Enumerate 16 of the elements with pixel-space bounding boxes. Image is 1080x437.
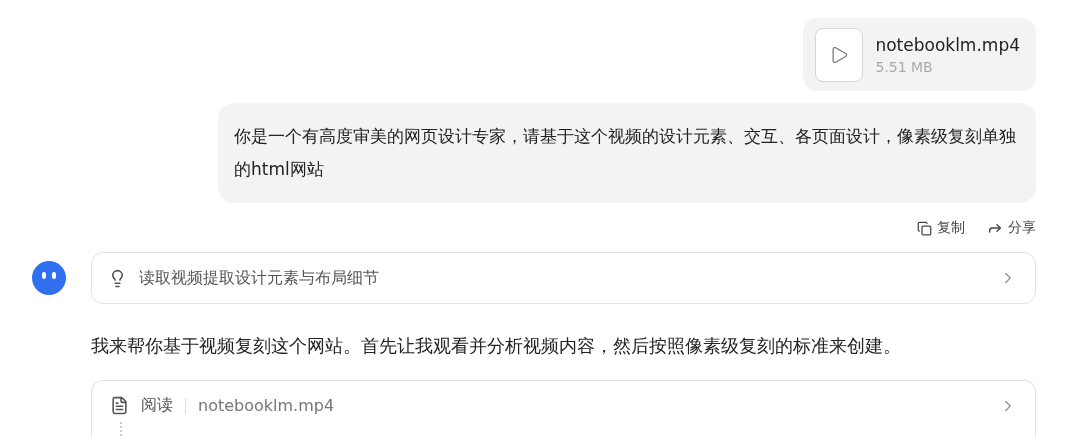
- file-size: 5.51 MB: [875, 58, 934, 75]
- assistant-avatar: [32, 261, 66, 295]
- tool-call-card[interactable]: 阅读 notebooklm.mp4: [91, 380, 1036, 437]
- thinking-step[interactable]: 读取视频提取设计元素与布局细节: [91, 252, 1036, 304]
- thinking-label: 读取视频提取设计元素与布局细节: [139, 267, 380, 289]
- assistant-reply: 我来帮你基于视频复刻这个网站。首先让我观看并分析视频内容，然后按照像素级复刻的标准来创建。: [91, 334, 902, 358]
- document-icon: [110, 396, 129, 415]
- copy-button[interactable]: 复制: [917, 219, 965, 237]
- video-file-icon: [815, 27, 864, 82]
- copy-icon: [917, 220, 932, 236]
- user-message: 你是一个有高度审美的网页设计专家，请基于这个视频的设计元素、交互、各页面设计，像素级复刻单独的html网站: [218, 103, 1036, 203]
- tool-action: 阅读: [141, 395, 173, 416]
- share-button[interactable]: 分享: [987, 219, 1036, 237]
- attachment-card[interactable]: notebooklm.mp4 5.51 MB: [803, 18, 1036, 91]
- file-name: notebooklm.mp4: [875, 34, 1020, 55]
- tool-target: notebooklm.mp4: [198, 396, 336, 415]
